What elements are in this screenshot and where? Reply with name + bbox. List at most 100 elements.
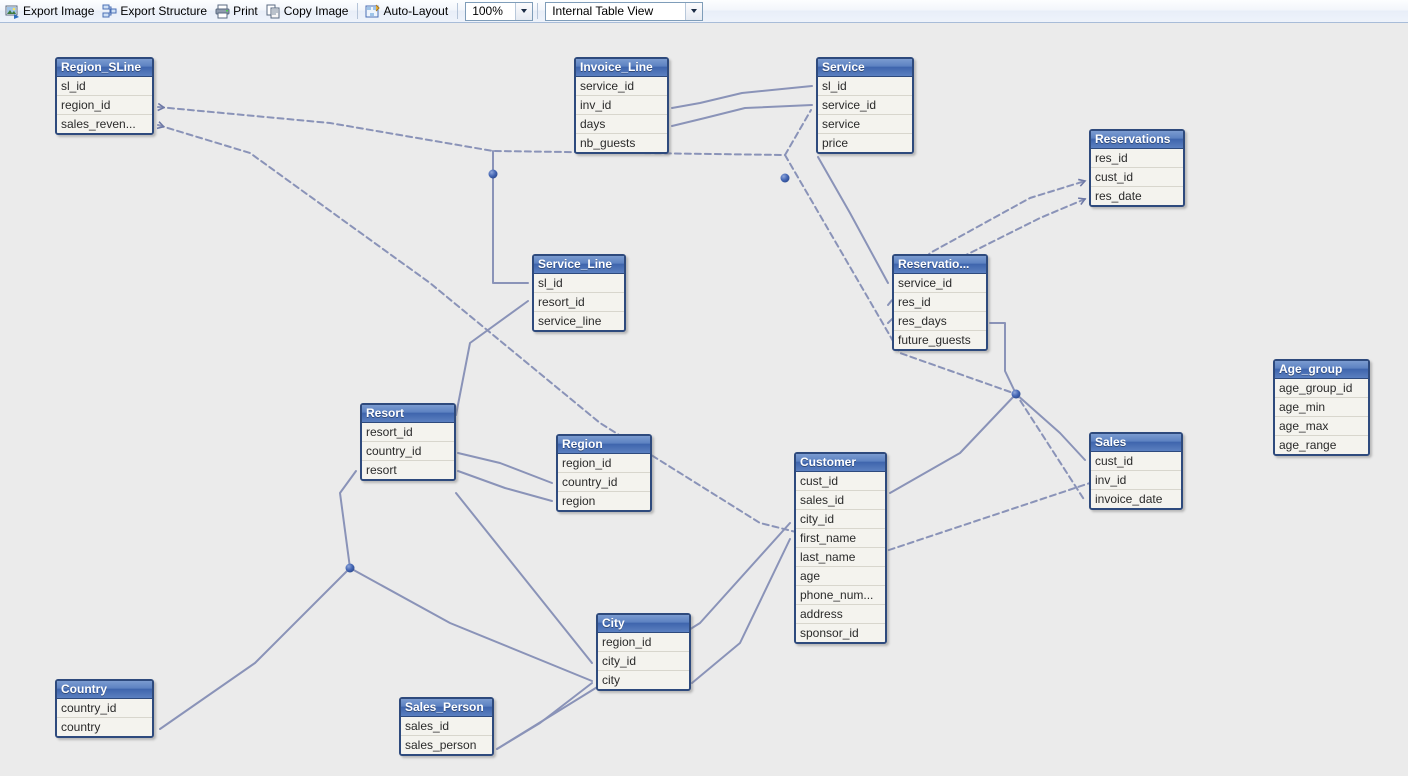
entity-field[interactable]: country_id bbox=[57, 699, 152, 718]
entity-field[interactable]: service_id bbox=[894, 274, 986, 293]
entity-field[interactable]: sales_person bbox=[401, 736, 492, 754]
entity-table[interactable]: Reservations res_id cust_id res_date bbox=[1089, 129, 1185, 207]
export-structure-button[interactable]: Export Structure bbox=[99, 1, 212, 22]
relationship-edge[interactable] bbox=[457, 470, 553, 502]
relationship-edge[interactable] bbox=[457, 452, 553, 484]
entity-field[interactable]: country bbox=[57, 718, 152, 736]
entity-table[interactable]: Customer cust_id sales_id city_id first_name… bbox=[794, 452, 887, 644]
entity-field[interactable]: service_line bbox=[534, 312, 624, 330]
entity-field[interactable]: future_guests bbox=[894, 331, 986, 349]
copy-image-button[interactable]: Copy Image bbox=[263, 1, 354, 22]
entity-field[interactable]: service_id bbox=[576, 77, 667, 96]
entity-field[interactable]: country_id bbox=[362, 442, 454, 461]
relationship-edge[interactable] bbox=[889, 393, 1017, 494]
entity-field[interactable]: age_min bbox=[1275, 398, 1368, 417]
entity-table[interactable]: City region_id city_id city bbox=[596, 613, 691, 691]
relationship-edge[interactable] bbox=[817, 156, 889, 284]
entity-field-list: age_group_id age_min age_max age_range bbox=[1275, 379, 1368, 454]
relationship-edge[interactable] bbox=[349, 567, 593, 682]
entity-field[interactable]: sl_id bbox=[57, 77, 152, 96]
diagram-canvas[interactable]: Region_SLine sl_id region_id sales_reven...… bbox=[0, 23, 1408, 776]
entity-table[interactable]: Country country_id country bbox=[55, 679, 154, 738]
entity-table[interactable]: Reservatio... service_id res_id res_days fut… bbox=[892, 254, 988, 351]
view-mode-select[interactable]: Internal Table View bbox=[545, 1, 704, 21]
entity-field[interactable]: city_id bbox=[598, 652, 689, 671]
view-mode-value: Internal Table View bbox=[552, 4, 654, 18]
edge-junction-dot[interactable] bbox=[1011, 389, 1021, 399]
entity-field[interactable]: sl_id bbox=[534, 274, 624, 293]
entity-field-list: cust_id sales_id city_id first_name last_nam… bbox=[796, 472, 885, 642]
entity-field[interactable]: sales_id bbox=[796, 491, 885, 510]
entity-field[interactable]: city_id bbox=[796, 510, 885, 529]
entity-field[interactable]: age_max bbox=[1275, 417, 1368, 436]
edge-junction-dot[interactable] bbox=[345, 563, 355, 573]
entity-field[interactable]: first_name bbox=[796, 529, 885, 548]
export-image-button[interactable]: Export Image bbox=[2, 1, 99, 22]
entity-field[interactable]: invoice_date bbox=[1091, 490, 1181, 508]
entity-table[interactable]: Age_group age_group_id age_min age_max age_r… bbox=[1273, 359, 1370, 456]
entity-field-list: resort_id country_id resort bbox=[362, 423, 454, 479]
entity-field[interactable]: price bbox=[818, 134, 912, 152]
entity-field[interactable]: country_id bbox=[558, 473, 650, 492]
chevron-down-icon[interactable] bbox=[685, 2, 703, 20]
entity-field[interactable]: region_id bbox=[57, 96, 152, 115]
entity-field[interactable]: service bbox=[818, 115, 912, 134]
entity-table[interactable]: Resort resort_id country_id resort bbox=[360, 403, 456, 481]
print-button[interactable]: Print bbox=[212, 1, 263, 22]
relationship-edge[interactable] bbox=[671, 85, 813, 109]
entity-field[interactable]: days bbox=[576, 115, 667, 134]
entity-field[interactable]: region bbox=[558, 492, 650, 510]
entity-field[interactable]: city bbox=[598, 671, 689, 689]
relationship-edge[interactable] bbox=[157, 107, 812, 156]
entity-field[interactable]: cust_id bbox=[796, 472, 885, 491]
entity-table[interactable]: Service_Line sl_id resort_id service_line bbox=[532, 254, 626, 332]
edge-junction-dot[interactable] bbox=[488, 169, 498, 179]
export-structure-icon bbox=[102, 4, 117, 17]
relationship-edge[interactable] bbox=[691, 538, 791, 684]
entity-field[interactable]: sponsor_id bbox=[796, 624, 885, 642]
relationship-edge[interactable] bbox=[455, 492, 593, 664]
relationship-edge[interactable] bbox=[455, 300, 529, 416]
entity-field[interactable]: cust_id bbox=[1091, 168, 1183, 187]
entity-field[interactable]: sales_reven... bbox=[57, 115, 152, 133]
entity-field[interactable]: age_range bbox=[1275, 436, 1368, 454]
zoom-level-select[interactable]: 100% bbox=[465, 1, 534, 21]
entity-field[interactable]: region_id bbox=[558, 454, 650, 473]
entity-field[interactable]: res_id bbox=[1091, 149, 1183, 168]
entity-field[interactable]: region_id bbox=[598, 633, 689, 652]
entity-field[interactable]: address bbox=[796, 605, 885, 624]
entity-field[interactable]: resort bbox=[362, 461, 454, 479]
relationship-edge[interactable] bbox=[671, 104, 813, 127]
relationship-edge[interactable] bbox=[159, 470, 357, 730]
entity-field[interactable]: sl_id bbox=[818, 77, 912, 96]
entity-field[interactable]: service_id bbox=[818, 96, 912, 115]
entity-field[interactable]: nb_guests bbox=[576, 134, 667, 152]
entity-field[interactable]: resort_id bbox=[362, 423, 454, 442]
relationship-edges bbox=[0, 85, 1091, 750]
relationship-edge[interactable] bbox=[989, 322, 1017, 395]
entity-table[interactable]: Region_SLine sl_id region_id sales_reven... bbox=[55, 57, 154, 135]
entity-field[interactable]: res_days bbox=[894, 312, 986, 331]
entity-table[interactable]: Sales_Person sales_id sales_person bbox=[399, 697, 494, 756]
relationship-edge[interactable] bbox=[1015, 393, 1086, 461]
entity-field[interactable]: cust_id bbox=[1091, 452, 1181, 471]
edge-junction-dot[interactable] bbox=[780, 173, 790, 183]
entity-field[interactable]: sales_id bbox=[401, 717, 492, 736]
entity-field[interactable]: inv_id bbox=[576, 96, 667, 115]
relationship-edge[interactable] bbox=[492, 150, 529, 284]
entity-field[interactable]: res_id bbox=[894, 293, 986, 312]
toolbar-separator-1 bbox=[357, 3, 359, 19]
auto-layout-button[interactable]: Auto-Layout bbox=[362, 1, 453, 22]
entity-field[interactable]: inv_id bbox=[1091, 471, 1181, 490]
entity-table[interactable]: Invoice_Line service_id inv_id days nb_guest… bbox=[574, 57, 669, 154]
entity-table[interactable]: Service sl_id service_id service price bbox=[816, 57, 914, 154]
entity-field[interactable]: resort_id bbox=[534, 293, 624, 312]
entity-field[interactable]: phone_num... bbox=[796, 586, 885, 605]
entity-field[interactable]: res_date bbox=[1091, 187, 1183, 205]
entity-table[interactable]: Region region_id country_id region bbox=[556, 434, 652, 512]
entity-field[interactable]: last_name bbox=[796, 548, 885, 567]
entity-field[interactable]: age_group_id bbox=[1275, 379, 1368, 398]
entity-field[interactable]: age bbox=[796, 567, 885, 586]
chevron-down-icon[interactable] bbox=[515, 2, 533, 20]
entity-table[interactable]: Sales cust_id inv_id invoice_date bbox=[1089, 432, 1183, 510]
